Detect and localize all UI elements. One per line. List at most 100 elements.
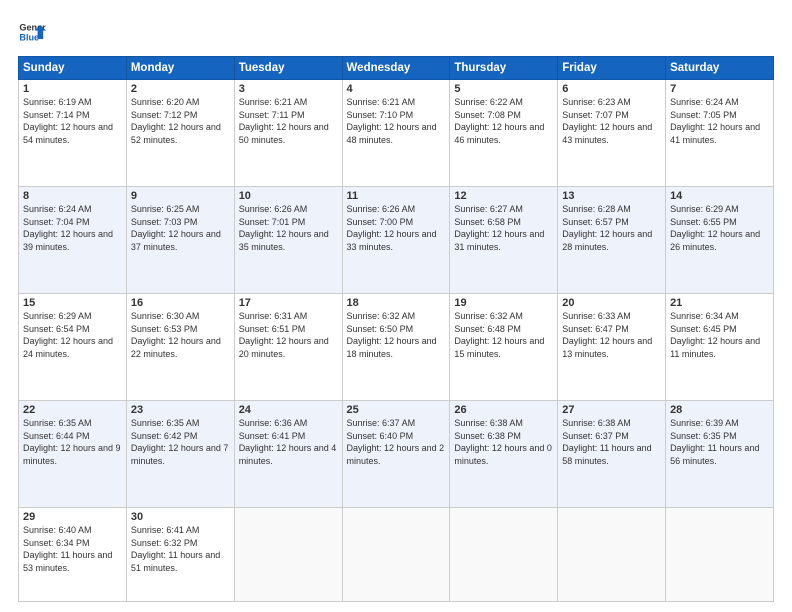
day-number: 29 bbox=[23, 511, 122, 523]
day-number: 15 bbox=[23, 297, 122, 309]
day-info: Sunrise: 6:35 AMSunset: 6:42 PMDaylight:… bbox=[131, 418, 229, 466]
calendar-cell bbox=[342, 508, 450, 602]
header: General Blue bbox=[18, 18, 774, 46]
calendar-cell: 3 Sunrise: 6:21 AMSunset: 7:11 PMDayligh… bbox=[234, 80, 342, 187]
calendar-cell: 9 Sunrise: 6:25 AMSunset: 7:03 PMDayligh… bbox=[126, 187, 234, 294]
day-info: Sunrise: 6:29 AMSunset: 6:55 PMDaylight:… bbox=[670, 204, 760, 252]
weekday-header-tuesday: Tuesday bbox=[234, 57, 342, 80]
day-info: Sunrise: 6:28 AMSunset: 6:57 PMDaylight:… bbox=[562, 204, 652, 252]
calendar-cell: 11 Sunrise: 6:26 AMSunset: 7:00 PMDaylig… bbox=[342, 187, 450, 294]
calendar-week-5: 29 Sunrise: 6:40 AMSunset: 6:34 PMDaylig… bbox=[19, 508, 774, 602]
svg-text:Blue: Blue bbox=[19, 32, 39, 42]
day-number: 23 bbox=[131, 404, 230, 416]
day-info: Sunrise: 6:31 AMSunset: 6:51 PMDaylight:… bbox=[239, 311, 329, 359]
day-info: Sunrise: 6:37 AMSunset: 6:40 PMDaylight:… bbox=[347, 418, 445, 466]
day-info: Sunrise: 6:21 AMSunset: 7:10 PMDaylight:… bbox=[347, 97, 437, 145]
calendar-cell: 2 Sunrise: 6:20 AMSunset: 7:12 PMDayligh… bbox=[126, 80, 234, 187]
weekday-header-friday: Friday bbox=[558, 57, 666, 80]
day-info: Sunrise: 6:22 AMSunset: 7:08 PMDaylight:… bbox=[454, 97, 544, 145]
logo: General Blue bbox=[18, 18, 46, 46]
day-info: Sunrise: 6:32 AMSunset: 6:48 PMDaylight:… bbox=[454, 311, 544, 359]
calendar-cell: 10 Sunrise: 6:26 AMSunset: 7:01 PMDaylig… bbox=[234, 187, 342, 294]
day-info: Sunrise: 6:39 AMSunset: 6:35 PMDaylight:… bbox=[670, 418, 759, 466]
day-number: 4 bbox=[347, 83, 446, 95]
day-info: Sunrise: 6:34 AMSunset: 6:45 PMDaylight:… bbox=[670, 311, 760, 359]
calendar-cell: 28 Sunrise: 6:39 AMSunset: 6:35 PMDaylig… bbox=[666, 401, 774, 508]
calendar-cell: 20 Sunrise: 6:33 AMSunset: 6:47 PMDaylig… bbox=[558, 294, 666, 401]
day-info: Sunrise: 6:33 AMSunset: 6:47 PMDaylight:… bbox=[562, 311, 652, 359]
calendar-cell: 21 Sunrise: 6:34 AMSunset: 6:45 PMDaylig… bbox=[666, 294, 774, 401]
day-number: 11 bbox=[347, 190, 446, 202]
day-info: Sunrise: 6:38 AMSunset: 6:38 PMDaylight:… bbox=[454, 418, 552, 466]
calendar-cell: 15 Sunrise: 6:29 AMSunset: 6:54 PMDaylig… bbox=[19, 294, 127, 401]
calendar-cell: 1 Sunrise: 6:19 AMSunset: 7:14 PMDayligh… bbox=[19, 80, 127, 187]
day-number: 17 bbox=[239, 297, 338, 309]
day-number: 8 bbox=[23, 190, 122, 202]
calendar-cell: 16 Sunrise: 6:30 AMSunset: 6:53 PMDaylig… bbox=[126, 294, 234, 401]
calendar-week-2: 8 Sunrise: 6:24 AMSunset: 7:04 PMDayligh… bbox=[19, 187, 774, 294]
day-number: 16 bbox=[131, 297, 230, 309]
calendar-cell: 24 Sunrise: 6:36 AMSunset: 6:41 PMDaylig… bbox=[234, 401, 342, 508]
day-number: 22 bbox=[23, 404, 122, 416]
day-info: Sunrise: 6:20 AMSunset: 7:12 PMDaylight:… bbox=[131, 97, 221, 145]
weekday-header-sunday: Sunday bbox=[19, 57, 127, 80]
day-info: Sunrise: 6:38 AMSunset: 6:37 PMDaylight:… bbox=[562, 418, 651, 466]
weekday-header-thursday: Thursday bbox=[450, 57, 558, 80]
day-info: Sunrise: 6:32 AMSunset: 6:50 PMDaylight:… bbox=[347, 311, 437, 359]
calendar-cell: 6 Sunrise: 6:23 AMSunset: 7:07 PMDayligh… bbox=[558, 80, 666, 187]
weekday-header-monday: Monday bbox=[126, 57, 234, 80]
calendar-week-3: 15 Sunrise: 6:29 AMSunset: 6:54 PMDaylig… bbox=[19, 294, 774, 401]
day-info: Sunrise: 6:40 AMSunset: 6:34 PMDaylight:… bbox=[23, 525, 112, 573]
day-number: 13 bbox=[562, 190, 661, 202]
day-info: Sunrise: 6:36 AMSunset: 6:41 PMDaylight:… bbox=[239, 418, 337, 466]
weekday-header-saturday: Saturday bbox=[666, 57, 774, 80]
day-number: 28 bbox=[670, 404, 769, 416]
day-info: Sunrise: 6:26 AMSunset: 7:01 PMDaylight:… bbox=[239, 204, 329, 252]
calendar-table: SundayMondayTuesdayWednesdayThursdayFrid… bbox=[18, 56, 774, 602]
day-number: 30 bbox=[131, 511, 230, 523]
day-info: Sunrise: 6:21 AMSunset: 7:11 PMDaylight:… bbox=[239, 97, 329, 145]
logo-icon: General Blue bbox=[18, 18, 46, 46]
day-number: 2 bbox=[131, 83, 230, 95]
day-number: 20 bbox=[562, 297, 661, 309]
day-number: 9 bbox=[131, 190, 230, 202]
calendar-cell: 23 Sunrise: 6:35 AMSunset: 6:42 PMDaylig… bbox=[126, 401, 234, 508]
calendar-cell: 27 Sunrise: 6:38 AMSunset: 6:37 PMDaylig… bbox=[558, 401, 666, 508]
weekday-header-wednesday: Wednesday bbox=[342, 57, 450, 80]
day-number: 18 bbox=[347, 297, 446, 309]
day-number: 24 bbox=[239, 404, 338, 416]
calendar-cell bbox=[450, 508, 558, 602]
calendar-week-1: 1 Sunrise: 6:19 AMSunset: 7:14 PMDayligh… bbox=[19, 80, 774, 187]
day-info: Sunrise: 6:24 AMSunset: 7:05 PMDaylight:… bbox=[670, 97, 760, 145]
day-number: 5 bbox=[454, 83, 553, 95]
day-number: 26 bbox=[454, 404, 553, 416]
calendar-cell bbox=[234, 508, 342, 602]
calendar-cell: 26 Sunrise: 6:38 AMSunset: 6:38 PMDaylig… bbox=[450, 401, 558, 508]
calendar-week-4: 22 Sunrise: 6:35 AMSunset: 6:44 PMDaylig… bbox=[19, 401, 774, 508]
day-info: Sunrise: 6:30 AMSunset: 6:53 PMDaylight:… bbox=[131, 311, 221, 359]
day-number: 7 bbox=[670, 83, 769, 95]
day-number: 1 bbox=[23, 83, 122, 95]
calendar-cell: 5 Sunrise: 6:22 AMSunset: 7:08 PMDayligh… bbox=[450, 80, 558, 187]
day-info: Sunrise: 6:41 AMSunset: 6:32 PMDaylight:… bbox=[131, 525, 220, 573]
weekday-header-row: SundayMondayTuesdayWednesdayThursdayFrid… bbox=[19, 57, 774, 80]
calendar-cell: 4 Sunrise: 6:21 AMSunset: 7:10 PMDayligh… bbox=[342, 80, 450, 187]
day-number: 12 bbox=[454, 190, 553, 202]
day-number: 25 bbox=[347, 404, 446, 416]
day-number: 19 bbox=[454, 297, 553, 309]
day-number: 10 bbox=[239, 190, 338, 202]
day-number: 6 bbox=[562, 83, 661, 95]
day-info: Sunrise: 6:29 AMSunset: 6:54 PMDaylight:… bbox=[23, 311, 113, 359]
calendar-cell: 19 Sunrise: 6:32 AMSunset: 6:48 PMDaylig… bbox=[450, 294, 558, 401]
day-number: 14 bbox=[670, 190, 769, 202]
day-info: Sunrise: 6:25 AMSunset: 7:03 PMDaylight:… bbox=[131, 204, 221, 252]
calendar-cell: 12 Sunrise: 6:27 AMSunset: 6:58 PMDaylig… bbox=[450, 187, 558, 294]
day-info: Sunrise: 6:35 AMSunset: 6:44 PMDaylight:… bbox=[23, 418, 121, 466]
calendar-cell bbox=[666, 508, 774, 602]
calendar-cell: 22 Sunrise: 6:35 AMSunset: 6:44 PMDaylig… bbox=[19, 401, 127, 508]
day-number: 27 bbox=[562, 404, 661, 416]
calendar-cell: 17 Sunrise: 6:31 AMSunset: 6:51 PMDaylig… bbox=[234, 294, 342, 401]
day-info: Sunrise: 6:24 AMSunset: 7:04 PMDaylight:… bbox=[23, 204, 113, 252]
page: General Blue SundayMondayTuesdayWednesda… bbox=[0, 0, 792, 612]
calendar-cell: 7 Sunrise: 6:24 AMSunset: 7:05 PMDayligh… bbox=[666, 80, 774, 187]
